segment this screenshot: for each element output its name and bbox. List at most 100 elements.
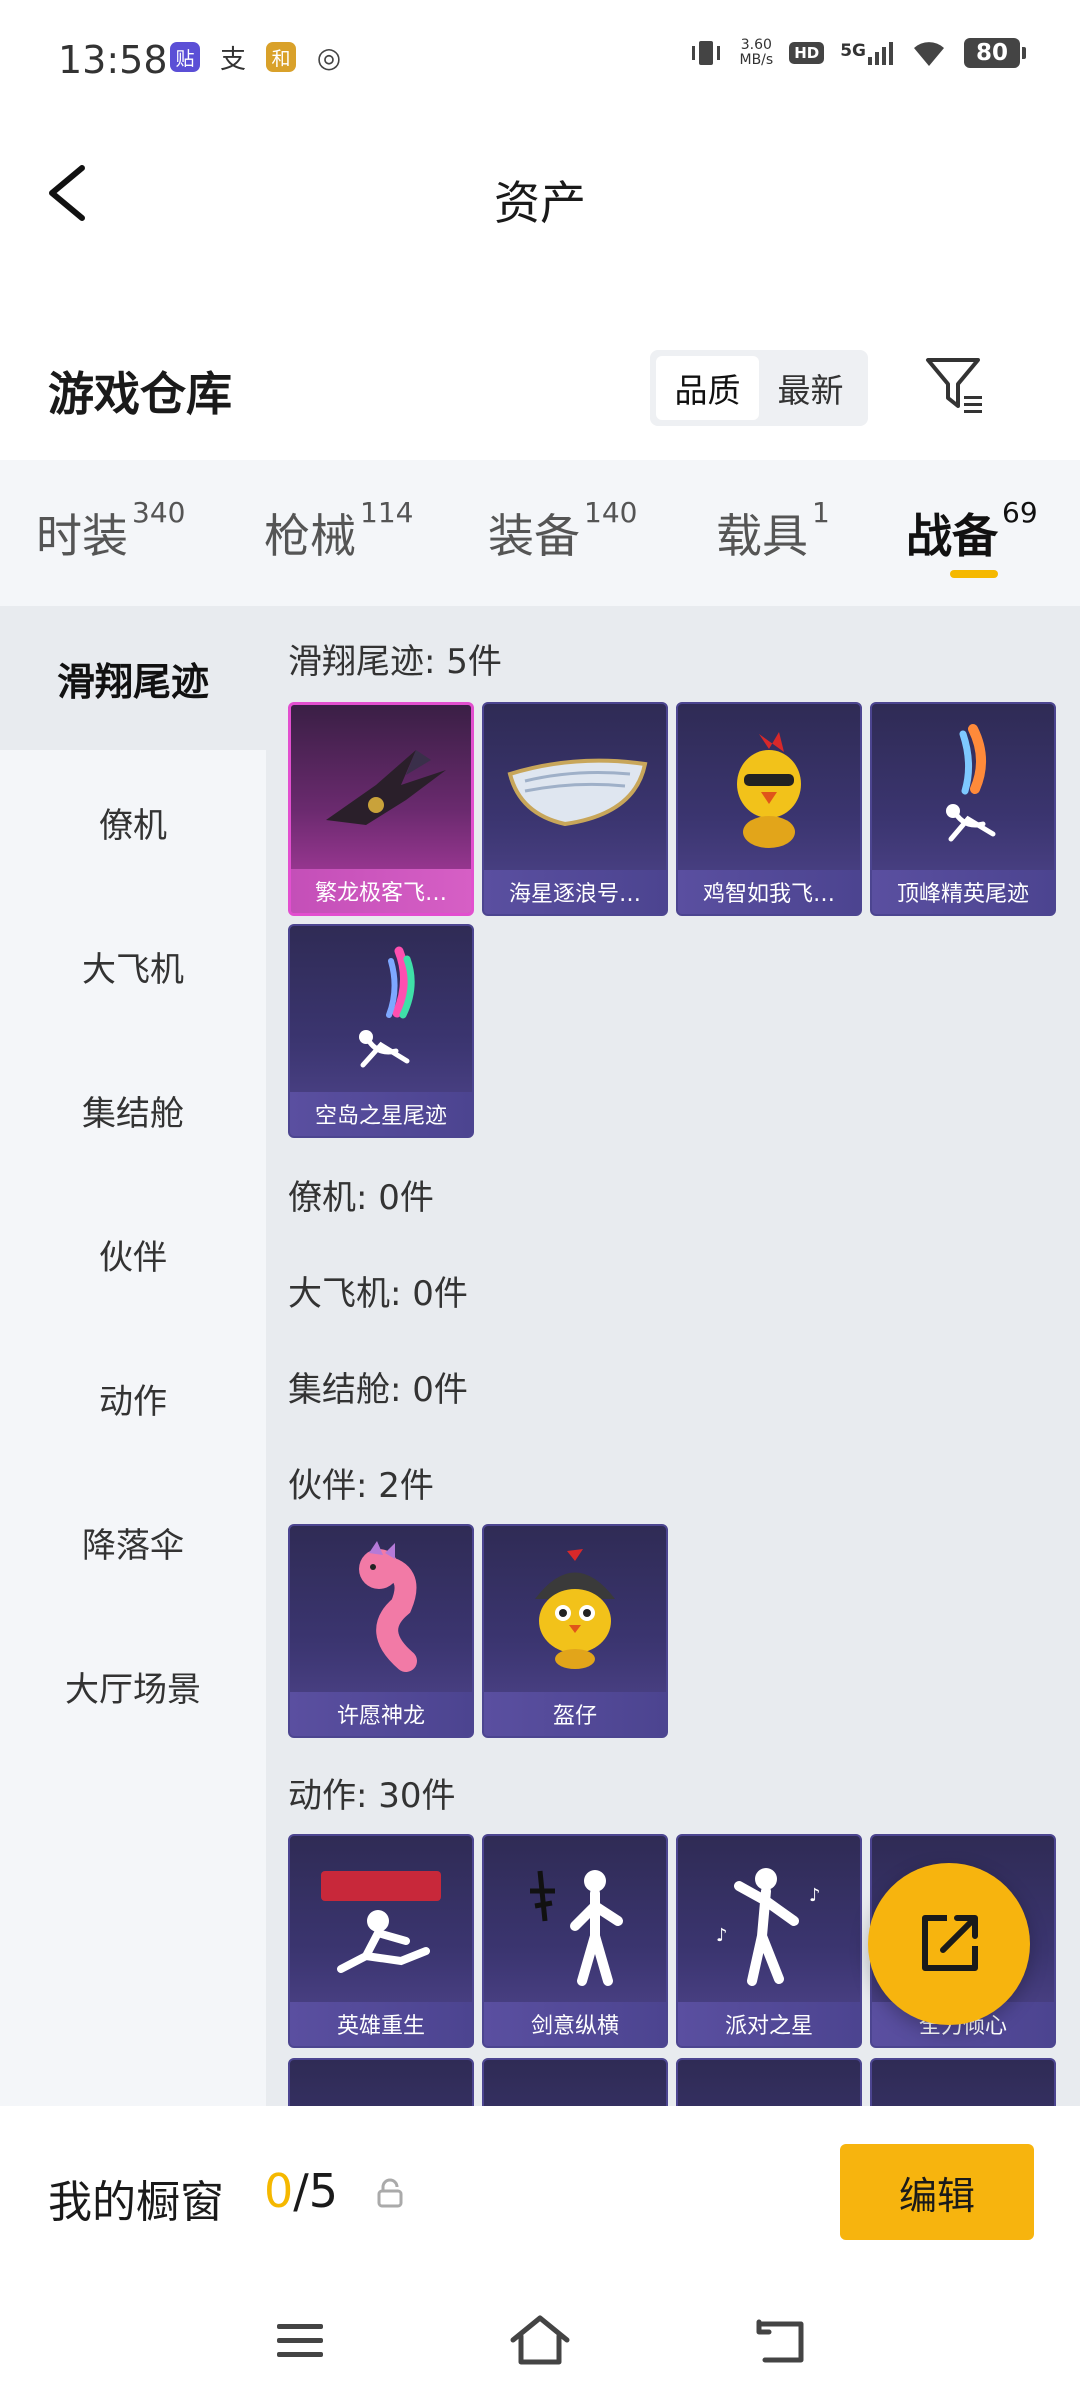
edit-button[interactable]: 编辑	[840, 2144, 1034, 2240]
battery-indicator: 80	[964, 38, 1026, 68]
side-item-parachute[interactable]: 降落伞	[0, 1470, 266, 1614]
tab-equipment[interactable]: 装备 140	[488, 496, 637, 566]
back-nav-button[interactable]	[745, 2310, 815, 2370]
sync-icon: ◎	[316, 40, 342, 74]
net-speed: 3.60 MB/s	[739, 37, 774, 68]
side-item-lobby-scene[interactable]: 大厅场景	[0, 1614, 266, 1758]
showcase-label: 我的橱窗	[48, 2177, 224, 2228]
home-icon	[510, 2315, 570, 2365]
item-name: 许愿神龙	[290, 1692, 472, 1736]
item-card[interactable]: 鸡智如我飞…	[676, 702, 862, 916]
tab-count: 340	[132, 496, 186, 529]
item-name: 鸡智如我飞…	[678, 870, 860, 914]
menu-nav-button[interactable]	[265, 2310, 335, 2370]
helmet-chick-art	[484, 1526, 666, 1696]
showcase-bar: 我的橱窗 0/5 编辑	[0, 2106, 1080, 2286]
item-name: 派对之星	[678, 2002, 860, 2046]
return-icon	[756, 2319, 804, 2363]
lock-icon	[376, 2178, 404, 2212]
side-item-glide-trail[interactable]: 滑翔尾迹	[0, 606, 266, 750]
warehouse-title: 游戏仓库	[48, 367, 232, 421]
tab-fashion[interactable]: 时装 340	[36, 496, 185, 566]
share-fab-button[interactable]	[868, 1863, 1030, 2025]
tab-count: 114	[360, 496, 414, 529]
side-item-partner[interactable]: 伙伴	[0, 1182, 266, 1326]
game-app-icon: 和	[266, 42, 296, 72]
item-card[interactable]	[288, 2058, 474, 2106]
tab-count: 1	[812, 496, 830, 529]
status-indicators: 3.60 MB/s HD 5G 80	[689, 37, 1026, 68]
item-name: 剑意纵横	[484, 2002, 666, 2046]
network-type: 5G	[840, 41, 866, 61]
item-card[interactable]	[870, 2058, 1056, 2106]
sort-toggle: 品质 最新	[650, 350, 868, 426]
item-card[interactable]	[676, 2058, 862, 2106]
side-item-emote[interactable]: 动作	[0, 1326, 266, 1470]
status-bar: 13:58 贴 支 和 ◎ 3.60 MB/s HD 5G 80	[0, 0, 1080, 122]
item-name: 海星逐浪号…	[484, 870, 666, 914]
item-card[interactable]: 盔仔	[482, 1524, 668, 1738]
section-title-assembly-pod: 集结舱: 0件	[288, 1370, 468, 1410]
screen: 13:58 贴 支 和 ◎ 3.60 MB/s HD 5G 80 资产 游戏仓库…	[0, 0, 1080, 2400]
filter-button[interactable]	[920, 350, 990, 420]
dragon-wing-art	[291, 705, 471, 875]
filter-icon	[926, 358, 982, 413]
cell-signal: 5G	[840, 41, 894, 65]
category-tabs: 时装 340 枪械 114 装备 140 载具 1 战备 69	[0, 460, 1080, 606]
vibrate-icon	[692, 41, 721, 65]
active-tab-indicator	[950, 570, 998, 578]
section-title-glide: 滑翔尾迹: 5件	[288, 642, 502, 682]
dance-pose-art: ♪ ♪	[678, 1836, 860, 2006]
chicken-art	[678, 704, 860, 874]
home-nav-button[interactable]	[505, 2310, 575, 2370]
signal-icon	[868, 42, 893, 65]
tab-vehicle[interactable]: 载具 1	[716, 496, 830, 566]
tab-count: 140	[584, 496, 638, 529]
item-name: 盔仔	[484, 1692, 666, 1736]
item-card[interactable]: 英雄重生	[288, 1834, 474, 2048]
section-title-partner: 伙伴: 2件	[288, 1466, 434, 1506]
item-card[interactable]	[482, 2058, 668, 2106]
sort-newest-option[interactable]: 最新	[759, 356, 862, 420]
system-nav-bar	[0, 2286, 1080, 2400]
section-title-emote: 动作: 30件	[288, 1776, 456, 1816]
svg-text:♪: ♪	[809, 1885, 821, 1906]
item-card[interactable]: 空岛之星尾迹	[288, 924, 474, 1138]
tab-guns[interactable]: 枪械 114	[264, 496, 413, 566]
item-name: 繁龙极客飞…	[291, 869, 471, 913]
wish-dragon-art	[290, 1526, 472, 1696]
alipay-icon: 支	[219, 44, 246, 75]
item-name: 顶峰精英尾迹	[872, 870, 1054, 914]
tab-readiness[interactable]: 战备 69	[906, 496, 1038, 566]
side-item-wingman[interactable]: 僚机	[0, 750, 266, 894]
showcase-count: 0/5	[264, 2164, 339, 2218]
section-title-wingman: 僚机: 0件	[288, 1178, 434, 1218]
item-card[interactable]: ♪ ♪ 派对之星	[676, 1834, 862, 2048]
svg-text:♪: ♪	[716, 1925, 728, 1946]
rainbow-trail-art	[290, 926, 472, 1096]
page-title: 资产	[494, 176, 586, 230]
sort-quality-option[interactable]: 品质	[656, 356, 759, 420]
item-card[interactable]: 许愿神龙	[288, 1524, 474, 1738]
item-card[interactable]: 繁龙极客飞…	[288, 702, 474, 916]
item-card[interactable]: 剑意纵横	[482, 1834, 668, 2048]
tab-count: 69	[1002, 496, 1038, 529]
side-nav: 滑翔尾迹 僚机 大飞机 集结舱 伙伴 动作 降落伞 大厅场景	[0, 606, 266, 2106]
hero-pose-art	[290, 1836, 472, 2006]
item-card[interactable]: 海星逐浪号…	[482, 702, 668, 916]
status-app-icons: 贴 支 和 ◎	[170, 40, 344, 75]
notification-app-icon: 贴	[170, 42, 200, 72]
boat-art	[484, 704, 666, 874]
app-header: 资产	[0, 122, 1080, 262]
menu-icon	[277, 2324, 323, 2357]
flame-trail-art	[872, 704, 1054, 874]
item-name: 空岛之星尾迹	[290, 1092, 472, 1136]
item-card[interactable]: 顶峰精英尾迹	[870, 702, 1056, 916]
side-item-big-plane[interactable]: 大飞机	[0, 894, 266, 1038]
status-time: 13:58	[58, 38, 168, 82]
item-name: 英雄重生	[290, 2002, 472, 2046]
wifi-icon	[914, 42, 944, 66]
side-item-assembly-pod[interactable]: 集结舱	[0, 1038, 266, 1182]
share-icon	[922, 1915, 978, 1971]
sword-pose-art	[484, 1836, 666, 2006]
